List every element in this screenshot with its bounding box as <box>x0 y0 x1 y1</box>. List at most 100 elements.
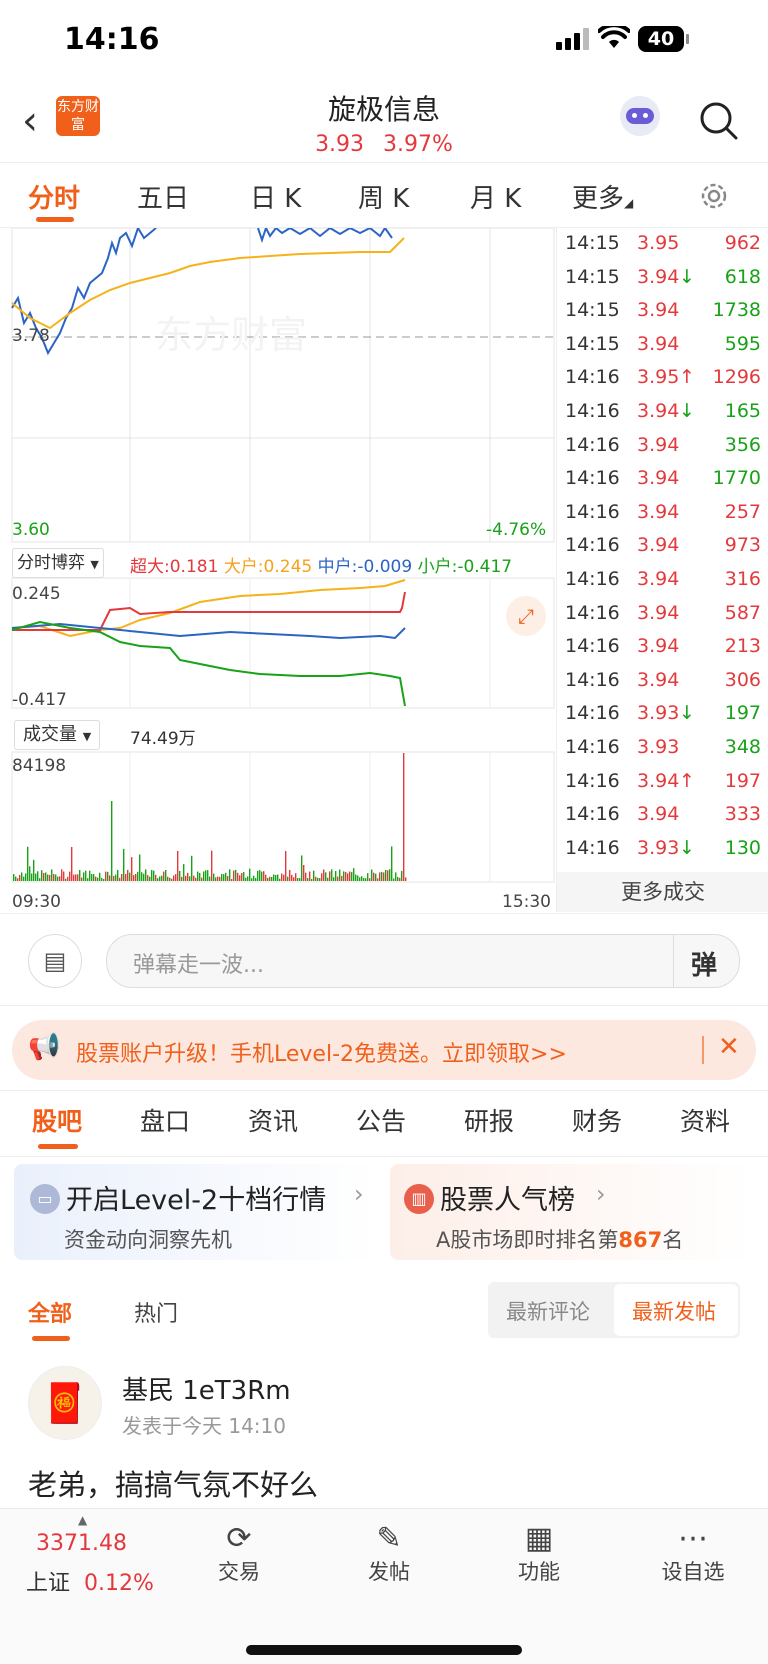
search-icon[interactable] <box>698 100 740 142</box>
volume-selector-label: 成交量 <box>23 724 77 745</box>
trade-row: 14:16 3.94 587 <box>557 602 768 632</box>
tab-announcements[interactable]: 公告 <box>356 1102 406 1138</box>
index-value[interactable]: 3371.48 <box>36 1531 127 1556</box>
volume-bar <box>133 875 135 881</box>
promo-text: 股票账户升级！手机Level-2免费送。立即领取>> <box>76 1042 567 1067</box>
tab-research[interactable]: 研报 <box>464 1102 514 1138</box>
level2-card[interactable]: ▭ 开启Level-2十档行情 › 资金动向洞察先机 <box>14 1164 378 1260</box>
popularity-card[interactable]: ▥ 股票人气榜 › A股市场即时排名第867名 <box>390 1164 754 1260</box>
volume-bar <box>395 872 397 881</box>
volume-bar <box>311 878 313 881</box>
volume-bar <box>363 877 365 881</box>
arrow-down-icon: ↓ <box>679 702 695 725</box>
filter-hot[interactable]: 热门 <box>134 1296 178 1328</box>
trade-row: 14:16 3.93 ↓ 130 <box>557 837 768 867</box>
trade-time: 14:16 <box>565 433 620 456</box>
trade-volume: 316 <box>724 568 761 590</box>
sort-latest-comment[interactable]: 最新评论 <box>506 1296 590 1326</box>
volume-bar <box>151 869 153 881</box>
popularity-title: 股票人气榜 <box>440 1185 575 1216</box>
tab-orderbook[interactable]: 盘口 <box>140 1102 190 1138</box>
volume-bar <box>143 873 145 881</box>
volume-bar <box>257 870 259 881</box>
tab-finance[interactable]: 财务 <box>572 1102 622 1138</box>
index-value-text: 3371.48 <box>36 1531 127 1556</box>
settings-icon[interactable] <box>698 180 730 212</box>
tab-news[interactable]: 资讯 <box>248 1102 298 1138</box>
tab-intraday[interactable]: 分时 <box>28 178 80 215</box>
volume-bar <box>213 873 215 881</box>
volume-bar <box>169 877 171 881</box>
tab-daily-k[interactable]: 日 K <box>250 178 301 215</box>
low-pct-label: -4.76% <box>486 520 547 540</box>
volume-selector[interactable]: 成交量 ▼ <box>14 720 101 750</box>
volume-bar <box>275 875 277 881</box>
volume-bar <box>385 869 387 881</box>
promo-banner[interactable]: 📢 股票账户升级！手机Level-2免费送。立即领取>> ✕ <box>12 1020 756 1080</box>
danmaku-settings-icon[interactable]: ▤ <box>28 934 82 988</box>
trade-row: 14:15 3.94 1738 <box>557 299 768 329</box>
super-label: 超大: <box>130 557 170 577</box>
index-info[interactable]: 上证 0.12% <box>26 1565 154 1597</box>
tab-forum[interactable]: 股吧 <box>32 1102 82 1138</box>
trade-price: 3.94 <box>637 568 680 590</box>
arrow-down-icon: ↓ <box>679 836 695 859</box>
volume-bar <box>381 871 383 881</box>
volume-bar <box>403 753 405 881</box>
trade-time: 14:16 <box>565 668 620 691</box>
trade-volume: 197 <box>724 702 761 725</box>
bottom-nav: ▲ 3371.48 上证 0.12% ⟳ 交易 ✎ 发帖 ▦ 功能 ⋯ 设自选 <box>0 1508 768 1664</box>
rank-suffix: 名 <box>662 1228 684 1252</box>
ranking-icon: ▥ <box>404 1184 434 1214</box>
volume-bar <box>223 874 225 881</box>
tab-weekly-k[interactable]: 周 K <box>358 178 409 215</box>
volume-bar <box>233 870 235 881</box>
more-trades-button[interactable]: 更多成交 <box>557 872 768 912</box>
home-indicator <box>246 1645 522 1655</box>
base-price-label: 3.78 <box>12 326 50 346</box>
volume-bar <box>361 876 363 881</box>
trade-price: 3.94 <box>637 265 680 288</box>
stock-change: 3.97% <box>383 132 453 157</box>
nav-trade[interactable]: ⟳ 交易 <box>206 1521 272 1586</box>
game-panel-selector[interactable]: 分时博弈 ▼ <box>12 548 104 578</box>
avatar[interactable]: 🧧 <box>28 1366 102 1440</box>
post-username[interactable]: 基民 1eT3Rm <box>122 1370 291 1407</box>
game-panel-legend: 超大:0.181 大户:0.245 中户:-0.009 小户:-0.417 <box>130 552 512 577</box>
danmaku-input[interactable]: 弹幕走一波... 弹 <box>106 934 740 988</box>
volume-bar <box>259 870 261 881</box>
tab-more[interactable]: 更多◢ <box>572 178 633 215</box>
tab-profile[interactable]: 资料 <box>680 1102 730 1138</box>
volume-bar <box>285 851 287 881</box>
tab-monthly-k[interactable]: 月 K <box>470 178 521 215</box>
volume-bar <box>373 872 375 881</box>
trade-volume: 587 <box>724 601 761 624</box>
trade-price: 3.94 <box>637 500 680 523</box>
trade-price: 3.94 <box>637 668 680 691</box>
volume-bar <box>137 871 139 881</box>
volume-bar <box>321 873 323 881</box>
volume-bar <box>273 874 275 881</box>
filter-all[interactable]: 全部 <box>28 1296 72 1328</box>
volume-bar <box>103 878 105 881</box>
nav-functions[interactable]: ▦ 功能 <box>506 1521 572 1586</box>
volume-bar <box>357 875 359 881</box>
expand-icon[interactable]: ⤢ <box>506 596 546 636</box>
close-icon[interactable]: ✕ <box>718 1032 740 1062</box>
trade-volume: 165 <box>724 400 761 422</box>
volume-bars <box>13 753 407 881</box>
volume-bar <box>315 876 317 881</box>
tab-five-day[interactable]: 五日 <box>137 178 189 215</box>
nav-post[interactable]: ✎ 发帖 <box>356 1521 422 1586</box>
grid-icon: ▦ <box>524 1521 554 1556</box>
trade-time: 14:16 <box>565 500 620 523</box>
trade-row: 14:16 3.93 ↓ 197 <box>557 702 768 732</box>
robot-assistant-icon[interactable] <box>620 96 660 136</box>
sort-latest-post[interactable]: 最新发帖 <box>632 1296 716 1326</box>
volume-bar <box>79 870 81 881</box>
danmaku-toggle-button[interactable]: 弹 <box>691 945 717 982</box>
post-content[interactable]: 老弟，搞搞气氛不好么 <box>28 1462 318 1504</box>
more-dots-icon: ⋯ <box>678 1521 708 1556</box>
volume-bar <box>209 876 211 881</box>
nav-watchlist[interactable]: ⋯ 设自选 <box>650 1521 736 1586</box>
